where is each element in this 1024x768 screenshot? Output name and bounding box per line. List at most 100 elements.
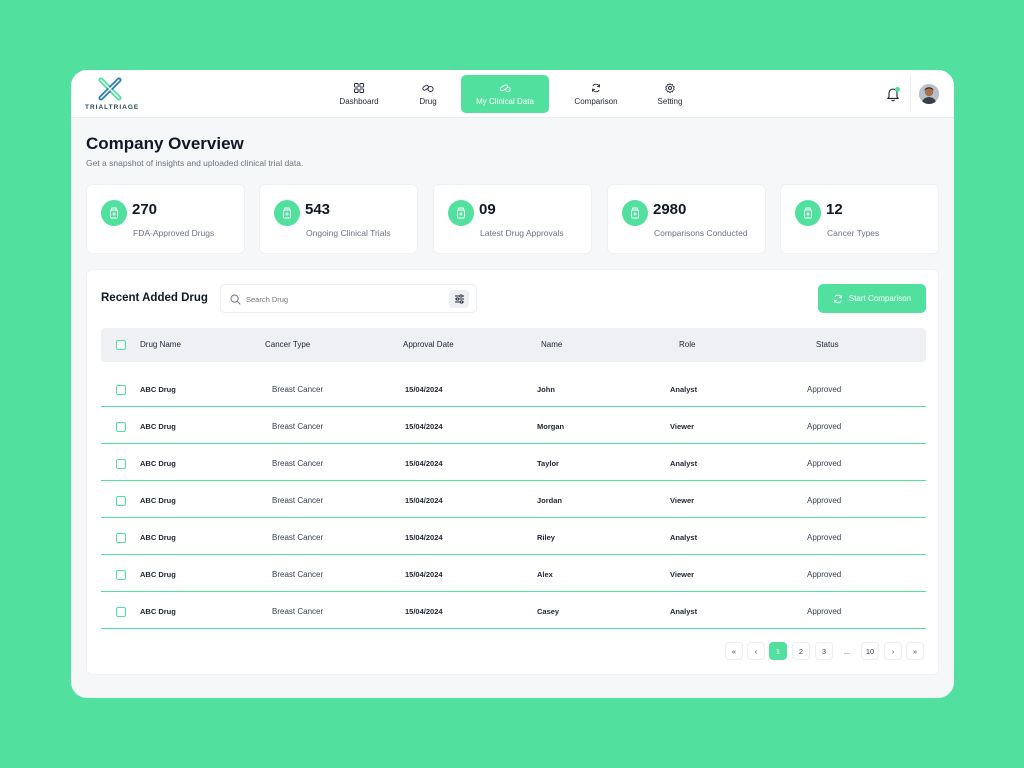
next-page-button[interactable]: › — [884, 642, 902, 660]
page-button-2[interactable]: 2 — [792, 642, 810, 660]
filter-button[interactable] — [449, 290, 469, 308]
divider — [910, 76, 911, 112]
row-checkbox[interactable] — [116, 607, 126, 617]
stat-card-cancer-types[interactable]: 12 Cancer Types — [780, 184, 939, 254]
cell-name: Jordan — [537, 496, 563, 505]
gear-icon — [665, 82, 675, 93]
stat-value: 09 — [479, 201, 496, 218]
cell-cancer-type: Breast Cancer — [272, 459, 324, 468]
table-row[interactable]: ABC Drug Breast Cancer 15/04/2024 Riley … — [101, 518, 926, 555]
nav-label: My Clinical Data — [476, 96, 534, 106]
notification-dot — [895, 87, 900, 92]
stat-card-comparisons[interactable]: 2980 Comparisons Conducted — [607, 184, 766, 254]
table-row[interactable]: ABC Drug Breast Cancer 15/04/2024 John A… — [101, 370, 926, 407]
top-bar: TRIALTRIAGE Dashboard Drug My Clinical D… — [71, 70, 954, 118]
cell-name: Alex — [537, 570, 553, 579]
search-box — [220, 284, 477, 313]
cell-cancer-type: Breast Cancer — [272, 496, 324, 505]
col-approval-date[interactable]: Approval Date — [403, 340, 454, 349]
cell-status: Approved — [807, 533, 842, 542]
row-checkbox[interactable] — [116, 385, 126, 395]
compare-label: Start Comparison — [848, 294, 912, 303]
recent-drugs-panel: Recent Added Drug Search Drug Start Comp… — [86, 269, 939, 675]
cell-status: Approved — [807, 607, 842, 616]
stat-label: Cancer Types — [827, 228, 880, 238]
cell-name: Riley — [537, 533, 555, 542]
table-header: Drug Name Cancer Type Approval Date Name… — [101, 328, 926, 362]
row-checkbox[interactable] — [116, 533, 126, 543]
cell-drug-name: ABC Drug — [140, 459, 176, 468]
stat-card-fda-approved[interactable]: 270 FDA-Approved Drugs — [86, 184, 245, 254]
row-checkbox[interactable] — [116, 422, 126, 432]
table-row[interactable]: ABC Drug Breast Cancer 15/04/2024 Morgan… — [101, 407, 926, 444]
nav-setting[interactable]: Setting — [649, 75, 691, 113]
cell-role: Viewer — [670, 422, 695, 431]
col-status[interactable]: Status — [816, 340, 839, 349]
row-checkbox[interactable] — [116, 459, 126, 469]
nav-comparison[interactable]: Comparison — [568, 75, 624, 113]
row-checkbox[interactable] — [116, 496, 126, 506]
stat-card-latest-approvals[interactable]: 09 Latest Drug Approvals — [433, 184, 592, 254]
app-window: TRIALTRIAGE Dashboard Drug My Clinical D… — [71, 70, 954, 698]
col-drug-name[interactable]: Drug Name — [140, 340, 181, 349]
cell-cancer-type: Breast Cancer — [272, 570, 324, 579]
cell-drug-name: ABC Drug — [140, 607, 176, 616]
prev-page-button[interactable]: ‹ — [747, 642, 765, 660]
row-checkbox[interactable] — [116, 570, 126, 580]
grid-icon — [354, 82, 364, 93]
cell-role: Viewer — [670, 570, 695, 579]
select-all-checkbox[interactable] — [116, 340, 126, 350]
page-title: Company Overview — [86, 134, 244, 153]
start-comparison-button[interactable]: Start Comparison — [818, 284, 926, 313]
table-row[interactable]: ABC Drug Breast Cancer 15/04/2024 Alex V… — [101, 555, 926, 592]
cell-cancer-type: Breast Cancer — [272, 422, 324, 431]
nav-my-clinical-data[interactable]: My Clinical Data — [461, 75, 549, 113]
cell-drug-name: ABC Drug — [140, 533, 176, 542]
cell-drug-name: ABC Drug — [140, 570, 176, 579]
sliders-icon — [454, 294, 464, 304]
last-page-button[interactable]: » — [906, 642, 924, 660]
cell-status: Approved — [807, 459, 842, 468]
cell-approval-date: 15/04/2024 — [405, 607, 443, 616]
cell-role: Analyst — [670, 459, 698, 468]
stat-label: Comparisons Conducted — [654, 228, 748, 238]
cell-status: Approved — [807, 385, 842, 394]
page-button-10[interactable]: 10 — [861, 642, 879, 660]
nav-drug[interactable]: Drug — [406, 75, 450, 113]
user-photo — [919, 84, 939, 104]
table-row[interactable]: ABC Drug Breast Cancer 15/04/2024 Taylor… — [101, 444, 926, 481]
nav-label: Setting — [657, 96, 683, 106]
cell-role: Viewer — [670, 496, 695, 505]
stat-value: 543 — [305, 201, 331, 218]
cell-name: Casey — [537, 607, 560, 616]
table-row[interactable]: ABC Drug Breast Cancer 15/04/2024 Casey … — [101, 592, 926, 629]
nav-label: Drug — [419, 96, 437, 106]
drug-bottle-icon — [622, 200, 648, 226]
drug-bottle-icon — [448, 200, 474, 226]
cell-approval-date: 15/04/2024 — [405, 459, 443, 468]
page-subtitle: Get a snapshot of insights and uploaded … — [86, 158, 304, 168]
nav-dashboard[interactable]: Dashboard — [329, 75, 389, 113]
cell-name: John — [537, 385, 555, 394]
cell-drug-name: ABC Drug — [140, 385, 176, 394]
first-page-button[interactable]: « — [725, 642, 743, 660]
page-button-3[interactable]: 3 — [815, 642, 833, 660]
col-cancer-type[interactable]: Cancer Type — [265, 340, 310, 349]
table-row[interactable]: ABC Drug Breast Cancer 15/04/2024 Jordan… — [101, 481, 926, 518]
cell-approval-date: 15/04/2024 — [405, 422, 443, 431]
drug-bottle-icon — [101, 200, 127, 226]
cell-role: Analyst — [670, 385, 698, 394]
panel-title: Recent Added Drug — [101, 292, 208, 304]
search-input[interactable] — [246, 292, 436, 307]
capsule-icon — [499, 83, 511, 92]
cell-cancer-type: Breast Cancer — [272, 385, 324, 394]
col-name[interactable]: Name — [541, 340, 562, 349]
col-role[interactable]: Role — [679, 340, 695, 349]
stat-card-ongoing-trials[interactable]: 543 Ongoing Clinical Trials — [259, 184, 418, 254]
cell-cancer-type: Breast Cancer — [272, 533, 324, 542]
stat-label: Latest Drug Approvals — [480, 228, 564, 238]
cell-role: Analyst — [670, 533, 698, 542]
page-button-1[interactable]: 1 — [769, 642, 787, 660]
avatar[interactable] — [919, 84, 939, 104]
cell-approval-date: 15/04/2024 — [405, 385, 443, 394]
